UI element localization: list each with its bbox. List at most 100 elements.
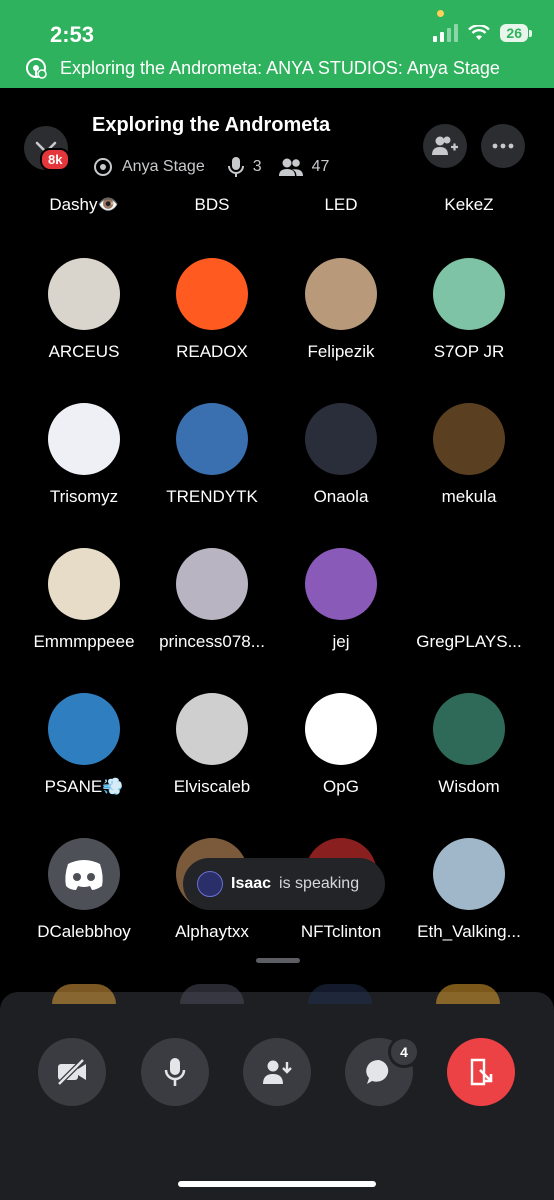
participant-name: Wisdom [438, 777, 500, 796]
participant-tile[interactable]: PSANE💨 [14, 693, 154, 797]
clock: 2:53 [50, 22, 95, 47]
listener-count: 47 [311, 158, 330, 175]
avatar [433, 403, 505, 475]
stage-channel-icon [94, 158, 112, 176]
participant-tile[interactable]: jej [271, 548, 411, 652]
system-icons: 26 [433, 24, 532, 42]
more-options-button[interactable] [481, 124, 525, 168]
home-indicator [178, 1181, 376, 1187]
stage-banner-text: Exploring the Andrometa: ANYA STUDIOS: A… [60, 57, 500, 78]
speaker-count: 3 [252, 158, 262, 175]
participant-name[interactable]: Dashy👁️ [14, 195, 154, 215]
participant-name: mekula [441, 487, 497, 506]
participant-tile[interactable]: ARCEUS [14, 258, 154, 362]
participant-tile[interactable]: mekula [399, 403, 539, 507]
avatar [48, 403, 120, 475]
stage-channel-name: Anya Stage [122, 158, 205, 175]
participant-name[interactable]: KekeZ [399, 195, 539, 215]
avatar [176, 258, 248, 330]
participant-name: NFTclinton [300, 922, 382, 941]
participant-name: PSANE💨 [44, 777, 124, 796]
participant-name: princess078... [159, 632, 265, 651]
privacy-indicator [437, 10, 444, 17]
people-icon [278, 158, 303, 176]
participant-tile[interactable]: GregPLAYS... [399, 548, 539, 652]
stage-icon [26, 58, 47, 79]
speaking-toast: Isaac is speaking [183, 858, 385, 910]
avatar-peek [52, 984, 116, 1004]
participant-tile[interactable]: DCalebbhoy [14, 838, 154, 942]
invite-button[interactable] [423, 124, 467, 168]
speaker-avatar [197, 871, 223, 897]
participant-tile[interactable]: READOX [142, 258, 282, 362]
avatar [433, 838, 505, 910]
avatar-peek [180, 984, 244, 1004]
participant-tile[interactable]: Trisomyz [14, 403, 154, 507]
participant-name: S7OP JR [433, 342, 505, 361]
notification-badge: 8k [40, 148, 71, 171]
avatar [433, 258, 505, 330]
move-to-audience-button[interactable] [243, 1038, 311, 1106]
chat-unread-badge: 4 [388, 1036, 420, 1068]
drag-handle[interactable] [256, 958, 300, 963]
participant-name: OpG [323, 777, 359, 796]
avatar [433, 693, 505, 765]
avatar [176, 403, 248, 475]
speaking-label: is speaking [279, 875, 360, 892]
participant-name: jej [332, 632, 350, 651]
avatar [305, 403, 377, 475]
avatar [48, 258, 120, 330]
participant-name: DCalebbhoy [37, 922, 131, 941]
participant-name: Felipezik [307, 342, 375, 361]
participant-name: Emmmppeee [33, 632, 135, 651]
participant-name[interactable]: LED [271, 195, 411, 215]
avatar-peek [436, 984, 500, 1004]
participant-name: Alphaytxx [175, 922, 249, 941]
participant-name: Trisomyz [49, 487, 119, 506]
avatar [176, 548, 248, 620]
wifi-icon [468, 25, 491, 40]
avatar [305, 548, 377, 620]
battery-level: 26 [500, 24, 532, 42]
speaker-name: Isaac [231, 875, 272, 892]
person-down-icon [263, 1060, 292, 1084]
participant-name: GregPLAYS... [416, 632, 522, 651]
participant-tile[interactable]: princess078... [142, 548, 282, 652]
stage-banner[interactable]: Exploring the Andrometa: ANYA STUDIOS: A… [24, 56, 500, 80]
leave-icon [470, 1058, 493, 1086]
avatar [433, 548, 505, 620]
participant-tile[interactable]: Eth_Valking... [399, 838, 539, 942]
participant-name: TRENDYTK [166, 487, 258, 506]
participant-tile[interactable]: OpG [271, 693, 411, 797]
avatar [176, 693, 248, 765]
avatar [305, 693, 377, 765]
avatar [305, 258, 377, 330]
status-bar: 2:53 26 Exploring the Andrometa: ANYA ST… [0, 0, 554, 88]
stage-header: 8k Exploring the Andrometa Anya Stage 3 … [0, 88, 554, 188]
participant-tile[interactable]: Emmmppeee [14, 548, 154, 652]
participant-tile[interactable]: TRENDYTK [142, 403, 282, 507]
avatar [48, 838, 120, 910]
avatar [48, 693, 120, 765]
participant-tile[interactable]: Elviscaleb [142, 693, 282, 797]
participant-tile[interactable]: Onaola [271, 403, 411, 507]
microphone-icon [227, 157, 244, 177]
leave-stage-button[interactable] [447, 1038, 515, 1106]
participant-tile[interactable]: Wisdom [399, 693, 539, 797]
avatar-peek [308, 984, 372, 1004]
add-user-icon [432, 136, 458, 155]
microphone-icon [164, 1058, 186, 1086]
participant-tile[interactable]: S7OP JR [399, 258, 539, 362]
discord-logo-icon [65, 860, 103, 890]
participant-tile[interactable]: Felipezik [271, 258, 411, 362]
participant-name: Onaola [313, 487, 369, 506]
microphone-button[interactable] [141, 1038, 209, 1106]
stage-title: Exploring the Andrometa [92, 114, 331, 136]
avatar [48, 548, 120, 620]
stage-meta: Anya Stage 3 47 [92, 156, 329, 178]
camera-toggle-button[interactable] [38, 1038, 106, 1106]
participant-name: Eth_Valking... [417, 922, 521, 941]
participant-name[interactable]: BDS [142, 195, 282, 215]
camera-off-icon [57, 1058, 86, 1086]
participant-name: Elviscaleb [173, 777, 251, 796]
